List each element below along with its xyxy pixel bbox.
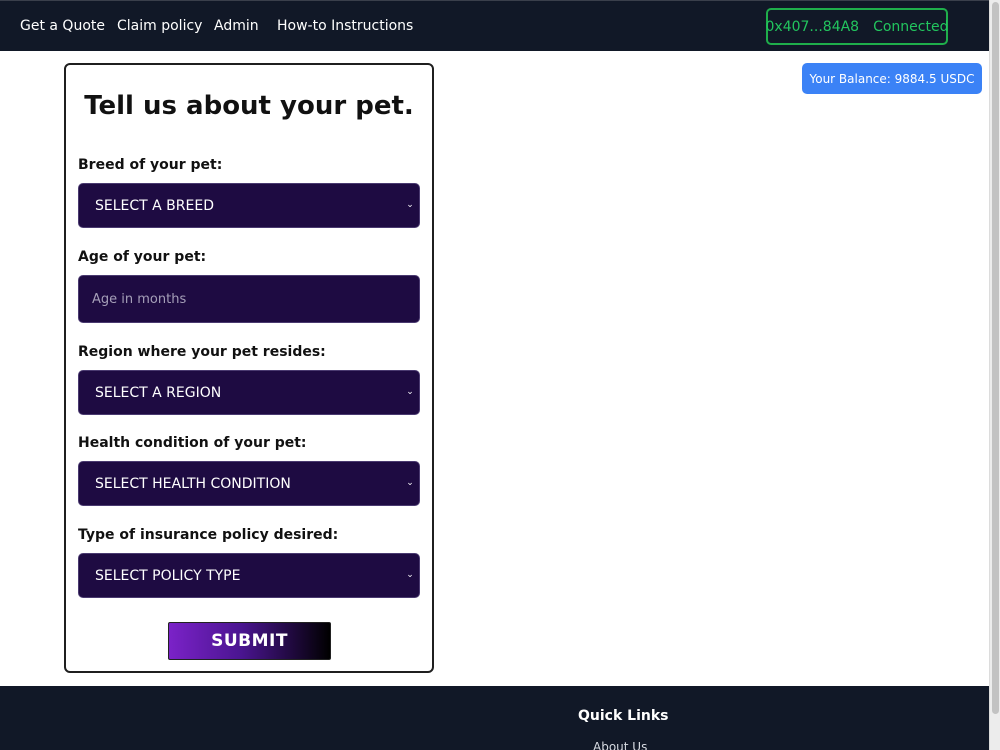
submit-button[interactable]: SUBMIT [168, 622, 331, 660]
nav-admin[interactable]: Admin [214, 18, 259, 34]
nav-get-a-quote[interactable]: Get a Quote [20, 18, 105, 34]
breed-select[interactable]: SELECT A BREED ⌄ [78, 183, 420, 228]
footer-link-about-us[interactable]: About Us [593, 740, 647, 750]
policy-select[interactable]: SELECT POLICY TYPE ⌄ [78, 553, 420, 598]
footer: Quick Links About Us [0, 686, 989, 750]
health-select[interactable]: SELECT HEALTH CONDITION ⌄ [78, 461, 420, 506]
wallet-address: 0x407...84A8 [765, 18, 860, 35]
wallet-status: Connected [873, 18, 949, 35]
page: Get a Quote Claim policy Admin How-to In… [0, 0, 1000, 750]
wallet-connect-button[interactable]: 0x407...84A8 Connected [766, 8, 948, 45]
nav-how-to-instructions[interactable]: How-to Instructions [277, 18, 413, 34]
policy-select-value: SELECT POLICY TYPE [95, 567, 241, 584]
chevron-down-icon: ⌄ [406, 387, 414, 397]
age-input[interactable] [78, 275, 420, 323]
nav-claim-policy[interactable]: Claim policy [117, 18, 202, 34]
form-title: Tell us about your pet. [84, 91, 414, 121]
chevron-down-icon: ⌄ [406, 570, 414, 580]
policy-label: Type of insurance policy desired: [78, 527, 339, 543]
age-label: Age of your pet: [78, 249, 207, 265]
chevron-down-icon: ⌄ [406, 200, 414, 210]
chevron-down-icon: ⌄ [406, 478, 414, 488]
vertical-scrollbar[interactable] [989, 0, 1000, 750]
scrollbar-thumb[interactable] [992, 2, 999, 714]
region-select-value: SELECT A REGION [95, 384, 222, 401]
region-select[interactable]: SELECT A REGION ⌄ [78, 370, 420, 415]
pet-quote-form: Tell us about your pet. Breed of your pe… [64, 63, 434, 673]
region-label: Region where your pet resides: [78, 344, 326, 360]
health-label: Health condition of your pet: [78, 435, 307, 451]
breed-label: Breed of your pet: [78, 157, 223, 173]
balance-badge[interactable]: Your Balance: 9884.5 USDC [802, 63, 982, 94]
breed-select-value: SELECT A BREED [95, 197, 214, 214]
health-select-value: SELECT HEALTH CONDITION [95, 475, 291, 492]
top-navbar: Get a Quote Claim policy Admin How-to In… [0, 0, 989, 51]
footer-quick-links-heading: Quick Links [578, 708, 669, 724]
